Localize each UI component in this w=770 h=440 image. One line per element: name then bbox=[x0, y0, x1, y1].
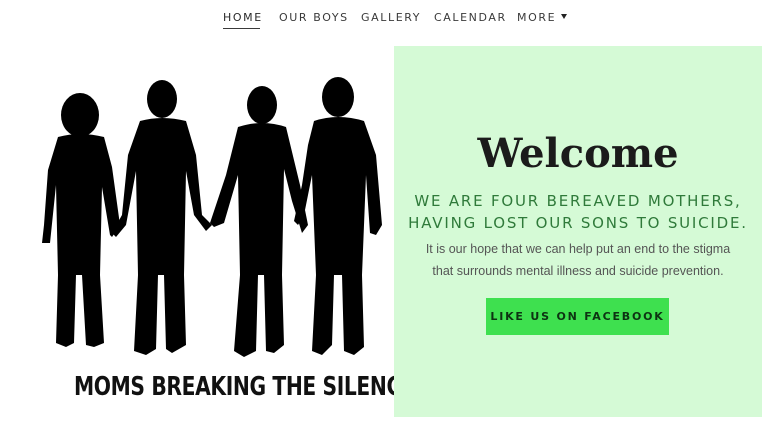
nav-item-our-boys[interactable]: OUR BOYS bbox=[279, 11, 349, 24]
silhouette-illustration bbox=[30, 75, 390, 415]
welcome-heading: Welcome bbox=[477, 130, 679, 177]
four-boys-silhouette-graphic bbox=[42, 77, 382, 357]
nav-item-more[interactable]: MORE bbox=[517, 11, 568, 24]
intro-line-1: It is our hope that we can help put an e… bbox=[425, 242, 731, 256]
intro-paragraph: It is our hope that we can help put an e… bbox=[394, 238, 762, 282]
nav-active-underline bbox=[223, 28, 260, 29]
logo-wordmark: MOMS BREAKING THE SILENCE bbox=[74, 372, 415, 402]
nav-item-calendar[interactable]: CALENDAR bbox=[434, 11, 507, 24]
nav-item-more-label: MORE bbox=[517, 11, 557, 24]
like-facebook-button[interactable]: LIKE US ON FACEBOOK bbox=[486, 298, 669, 335]
caret-down-icon bbox=[561, 14, 568, 19]
intro-line-2: that surrounds mental illness and suicid… bbox=[432, 264, 724, 278]
tagline: WE ARE FOUR BEREAVED MOTHERS, HAVING LOS… bbox=[394, 190, 762, 234]
main-nav: HOME OUR BOYS GALLERY CALENDAR MORE bbox=[0, 0, 770, 40]
nav-item-home[interactable]: HOME bbox=[223, 11, 263, 24]
tagline-line-1: WE ARE FOUR BEREAVED MOTHERS, bbox=[414, 192, 742, 210]
tagline-line-2: HAVING LOST OUR SONS TO SUICIDE. bbox=[408, 214, 748, 232]
nav-item-gallery[interactable]: GALLERY bbox=[361, 11, 421, 24]
